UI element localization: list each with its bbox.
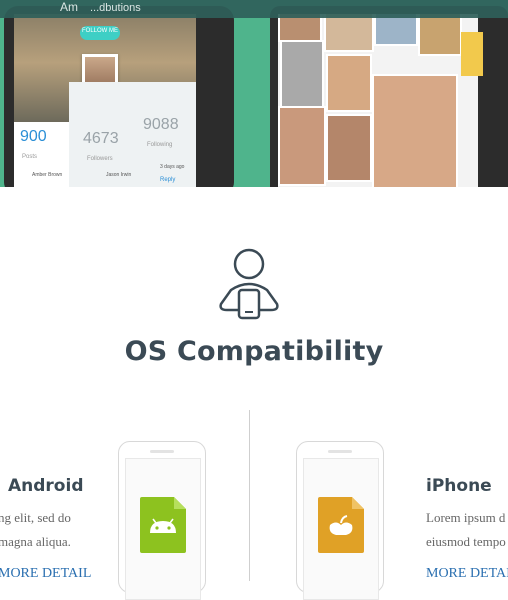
photo-tile <box>326 114 372 182</box>
hero-top-subtitle: ...dbutions <box>90 2 141 14</box>
iphone-more-detail-link[interactable]: MORE DETAIL <box>426 566 508 582</box>
android-more-detail-link[interactable]: MORE DETAIL <box>0 566 91 582</box>
stat-label: Posts <box>22 154 38 160</box>
favorite-tag: ♥ <box>461 32 483 76</box>
column-divider <box>249 410 250 581</box>
iphone-mockup <box>296 441 384 600</box>
stat-posts: 900 Posts <box>14 122 69 172</box>
page-title: OS Compatibility <box>124 336 384 367</box>
time-ago: 3 days ago <box>160 164 185 170</box>
stat-value: 900 <box>20 128 47 145</box>
reply-link[interactable]: Reply <box>160 177 175 183</box>
follow-button[interactable]: FOLLOW ME <box>80 26 120 40</box>
hero-top-title: Am <box>60 0 78 14</box>
comment-author: Amber Brown <box>32 172 63 178</box>
person-tablet-icon <box>219 248 279 320</box>
iphone-description-line2: eiusmod tempo <box>426 534 506 549</box>
photo-grid-screen <box>278 14 478 187</box>
photo-tile <box>278 106 326 186</box>
stat-following: 9088 Following <box>133 82 196 187</box>
android-title: Android <box>8 476 84 496</box>
android-file-icon <box>140 497 186 553</box>
photo-tile <box>372 74 458 187</box>
photo-tile <box>418 14 462 56</box>
phone-speaker <box>328 450 352 453</box>
stat-value: 9088 <box>143 116 179 133</box>
iphone-title: iPhone <box>426 476 492 496</box>
apple-file-icon <box>318 497 364 553</box>
comment-author-2: Jason Irwin <box>106 172 132 178</box>
phone-screen <box>303 458 379 600</box>
stat-label: Following <box>147 142 173 148</box>
android-description-line1: ng elit, sed do <box>0 510 71 525</box>
android-description-line2: magna aliqua. <box>0 534 71 549</box>
hero-banner: FOLLOW ME 900 Posts 4673 Followers 9088 … <box>0 0 508 187</box>
photo-tile <box>326 54 372 112</box>
profile-screen: FOLLOW ME 900 Posts 4673 Followers 9088 … <box>14 14 196 187</box>
android-phone-mockup <box>118 441 206 600</box>
phone-speaker <box>150 450 174 453</box>
iphone-description-line1: Lorem ipsum d <box>426 510 506 525</box>
stat-label: Followers <box>87 156 113 162</box>
photo-tile <box>374 14 418 46</box>
photo-tile <box>324 14 374 52</box>
phone-screen <box>125 458 201 600</box>
photo-tile <box>278 14 322 42</box>
follow-label: FOLLOW ME <box>81 28 118 34</box>
stat-value: 4673 <box>83 130 119 147</box>
photo-tile <box>280 40 324 108</box>
